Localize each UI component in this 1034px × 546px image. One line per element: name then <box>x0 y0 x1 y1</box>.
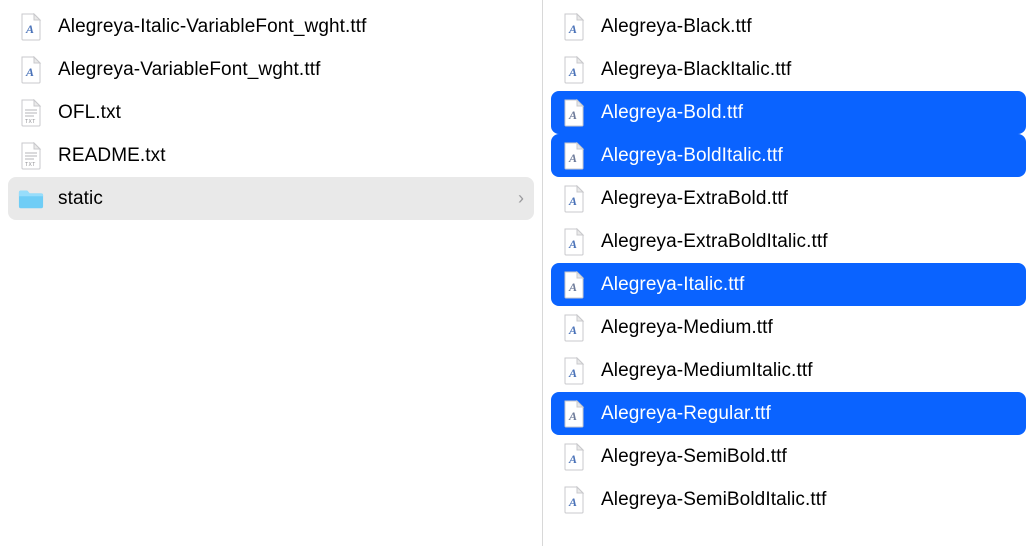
font-file-icon: A <box>561 356 587 386</box>
file-item[interactable]: TXT README.txt <box>8 134 534 177</box>
file-item[interactable]: A Alegreya-Black.ttf <box>551 5 1026 48</box>
svg-text:A: A <box>25 65 34 79</box>
font-file-icon: A <box>561 55 587 85</box>
file-label: Alegreya-BlackItalic.ttf <box>601 59 1016 81</box>
file-item[interactable]: A Alegreya-Regular.ttf <box>551 392 1026 435</box>
svg-text:A: A <box>568 151 577 165</box>
txt-file-icon: TXT <box>18 98 44 128</box>
svg-text:A: A <box>568 22 577 36</box>
font-file-icon: A <box>561 442 587 472</box>
font-file-icon: A <box>18 55 44 85</box>
file-item[interactable]: A Alegreya-SemiBoldItalic.ttf <box>551 478 1026 521</box>
file-item[interactable]: TXT OFL.txt <box>8 91 534 134</box>
font-file-icon: A <box>561 485 587 515</box>
font-file-icon: A <box>18 12 44 42</box>
svg-text:A: A <box>568 108 577 122</box>
file-label: Alegreya-Black.ttf <box>601 16 1016 38</box>
file-item[interactable]: A Alegreya-BoldItalic.ttf <box>551 134 1026 177</box>
file-label: Alegreya-SemiBold.ttf <box>601 446 1016 468</box>
file-label: Alegreya-ExtraBold.ttf <box>601 188 1016 210</box>
svg-text:A: A <box>568 409 577 423</box>
svg-text:A: A <box>568 65 577 79</box>
svg-text:A: A <box>568 495 577 509</box>
font-file-icon: A <box>561 270 587 300</box>
font-file-icon: A <box>561 399 587 429</box>
file-label: README.txt <box>58 145 524 167</box>
svg-text:A: A <box>568 280 577 294</box>
file-item[interactable]: A Alegreya-Bold.ttf <box>551 91 1026 134</box>
file-item[interactable]: A Alegreya-ExtraBoldItalic.ttf <box>551 220 1026 263</box>
file-item[interactable]: A Alegreya-Medium.ttf <box>551 306 1026 349</box>
file-item[interactable]: A Alegreya-SemiBold.ttf <box>551 435 1026 478</box>
file-label: Alegreya-Bold.ttf <box>601 102 1016 124</box>
file-item[interactable]: A Alegreya-VariableFont_wght.ttf <box>8 48 534 91</box>
file-item[interactable]: A Alegreya-MediumItalic.ttf <box>551 349 1026 392</box>
file-item[interactable]: A Alegreya-BlackItalic.ttf <box>551 48 1026 91</box>
font-file-icon: A <box>561 141 587 171</box>
folder-icon <box>18 184 44 214</box>
font-file-icon: A <box>561 227 587 257</box>
file-label: static <box>58 188 518 210</box>
left-column: A Alegreya-Italic-VariableFont_wght.ttf … <box>0 0 543 546</box>
svg-text:A: A <box>568 323 577 337</box>
file-label: Alegreya-Italic-VariableFont_wght.ttf <box>58 16 524 38</box>
file-label: Alegreya-Regular.ttf <box>601 403 1016 425</box>
file-label: Alegreya-Italic.ttf <box>601 274 1016 296</box>
file-label: Alegreya-Medium.ttf <box>601 317 1016 339</box>
font-file-icon: A <box>561 184 587 214</box>
right-column: A Alegreya-Black.ttf A Alegreya-BlackIta… <box>543 0 1034 546</box>
file-item[interactable]: A Alegreya-Italic-VariableFont_wght.ttf <box>8 5 534 48</box>
file-label: Alegreya-ExtraBoldItalic.ttf <box>601 231 1016 253</box>
font-file-icon: A <box>561 12 587 42</box>
svg-text:A: A <box>568 237 577 251</box>
file-label: OFL.txt <box>58 102 524 124</box>
svg-text:A: A <box>568 452 577 466</box>
file-label: Alegreya-MediumItalic.ttf <box>601 360 1016 382</box>
file-item[interactable]: A Alegreya-Italic.ttf <box>551 263 1026 306</box>
file-label: Alegreya-SemiBoldItalic.ttf <box>601 489 1016 511</box>
svg-text:A: A <box>568 366 577 380</box>
file-item[interactable]: static› <box>8 177 534 220</box>
svg-text:A: A <box>25 22 34 36</box>
txt-file-icon: TXT <box>18 141 44 171</box>
svg-text:A: A <box>568 194 577 208</box>
file-label: Alegreya-VariableFont_wght.ttf <box>58 59 524 81</box>
file-label: Alegreya-BoldItalic.ttf <box>601 145 1016 167</box>
chevron-right-icon: › <box>518 188 524 209</box>
file-item[interactable]: A Alegreya-ExtraBold.ttf <box>551 177 1026 220</box>
font-file-icon: A <box>561 98 587 128</box>
font-file-icon: A <box>561 313 587 343</box>
svg-text:TXT: TXT <box>25 119 36 125</box>
svg-text:TXT: TXT <box>25 162 36 168</box>
